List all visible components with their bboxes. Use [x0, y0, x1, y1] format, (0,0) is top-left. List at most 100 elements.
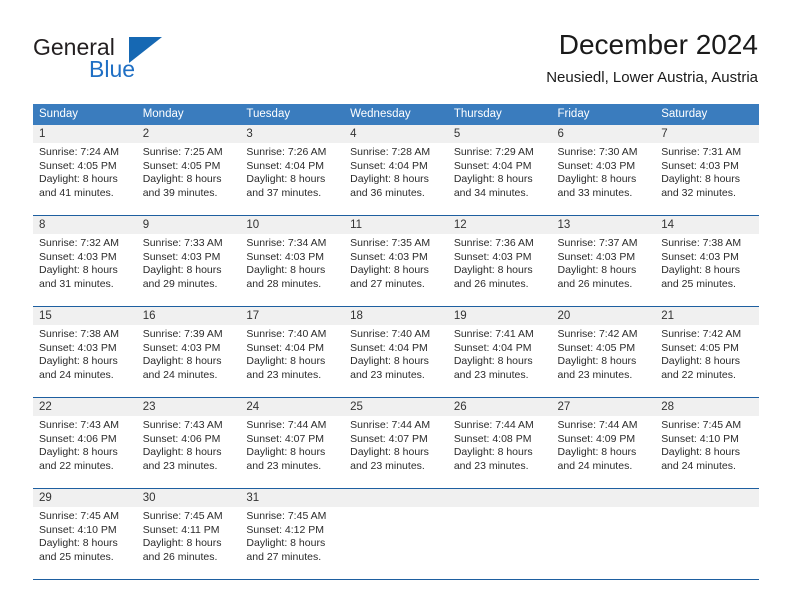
day-number[interactable]: 31 — [240, 488, 345, 507]
day-sunset-text: Sunset: 4:04 PM — [350, 341, 428, 354]
day-sunrise-text: Sunrise: 7:45 AM — [246, 510, 327, 522]
day-number[interactable]: 4 — [344, 125, 448, 143]
day-cell[interactable]: Sunrise: 7:36 AM Sunset: 4:03 PM Daylight:… — [447, 234, 552, 304]
day-cell[interactable]: Sunrise: 7:39 AM Sunset: 4:03 PM Daylight:… — [136, 325, 241, 395]
day-daylight-text: Daylight: 8 hours — [350, 173, 429, 186]
day-sunset-text: Sunset: 4:03 PM — [142, 250, 221, 263]
day-cell[interactable]: Sunrise: 7:33 AM Sunset: 4:03 PM Daylight:… — [136, 234, 241, 304]
day-number[interactable]: 23 — [136, 397, 241, 416]
day-cell[interactable]: Sunrise: 7:45 AM Sunset: 4:12 PM Daylight:… — [240, 507, 345, 577]
day-number[interactable]: 30 — [136, 488, 241, 507]
day-daylight-text: Daylight: 8 hours — [557, 173, 637, 186]
day-daylight-text: Daylight: 8 hours — [453, 173, 533, 186]
page-subtitle: Neusiedl, Lower Austria, Austria — [546, 69, 758, 86]
day-number[interactable]: 5 — [447, 125, 552, 143]
day-cell[interactable]: Sunrise: 7:34 AM Sunset: 4:03 PM Daylight:… — [240, 234, 345, 304]
day-number-empty — [655, 488, 759, 507]
day-cell[interactable]: Sunrise: 7:35 AM Sunset: 4:03 PM Daylight:… — [344, 234, 448, 304]
day-number[interactable]: 3 — [240, 125, 345, 143]
day-sunrise-text: Sunrise: 7:30 AM — [557, 146, 638, 158]
day-number[interactable]: 1 — [33, 125, 137, 143]
day-number[interactable]: 21 — [655, 306, 759, 325]
brand-logo[interactable]: General Blue — [33, 34, 233, 84]
day-number[interactable]: 19 — [447, 306, 552, 325]
day-number[interactable]: 18 — [344, 306, 448, 325]
day-number[interactable]: 13 — [551, 215, 656, 234]
day-sunset-text: Sunset: 4:09 PM — [557, 432, 636, 445]
day-daylight-text: and 25 minutes. — [661, 277, 736, 290]
day-cell[interactable]: Sunrise: 7:31 AM Sunset: 4:03 PM Daylight:… — [655, 143, 759, 213]
day-number[interactable]: 8 — [33, 215, 137, 234]
calendar-week-details-row: Sunrise: 7:24 AM Sunset: 4:05 PM Daylight:… — [33, 143, 759, 213]
day-daylight-text: and 23 minutes. — [453, 459, 529, 472]
calendar-body: 1 2 3 4 5 6 7 Sunrise: 7:24 AM Sunset: 4:05 PM Da… — [33, 125, 759, 580]
calendar-grid: Sunday Monday Tuesday Wednesday Thursday… — [33, 104, 759, 580]
day-cell[interactable]: Sunrise: 7:45 AM Sunset: 4:10 PM Daylight:… — [655, 416, 759, 486]
day-cell[interactable]: Sunrise: 7:32 AM Sunset: 4:03 PM Daylight:… — [33, 234, 137, 304]
day-number[interactable]: 9 — [136, 215, 241, 234]
day-daylight-text: Daylight: 8 hours — [142, 264, 222, 277]
day-number[interactable]: 14 — [655, 215, 759, 234]
day-number[interactable]: 20 — [551, 306, 656, 325]
day-cell[interactable]: Sunrise: 7:41 AM Sunset: 4:04 PM Daylight:… — [447, 325, 552, 395]
weekday-header-thursday: Thursday — [447, 104, 552, 125]
day-cell[interactable]: Sunrise: 7:29 AM Sunset: 4:04 PM Daylight:… — [447, 143, 552, 213]
day-number[interactable]: 24 — [240, 397, 345, 416]
day-cell[interactable]: Sunrise: 7:44 AM Sunset: 4:08 PM Daylight:… — [447, 416, 552, 486]
day-number[interactable]: 11 — [344, 215, 448, 234]
day-number[interactable]: 2 — [136, 125, 241, 143]
day-number[interactable]: 27 — [551, 397, 656, 416]
day-daylight-text: and 23 minutes. — [453, 368, 529, 381]
day-number[interactable]: 28 — [655, 397, 759, 416]
day-cell[interactable]: Sunrise: 7:44 AM Sunset: 4:07 PM Daylight:… — [240, 416, 345, 486]
day-daylight-text: and 22 minutes. — [661, 368, 736, 381]
day-number[interactable]: 26 — [447, 397, 552, 416]
day-daylight-text: Daylight: 8 hours — [246, 537, 326, 550]
day-number[interactable]: 17 — [240, 306, 345, 325]
day-sunrise-text: Sunrise: 7:34 AM — [246, 237, 327, 249]
day-number[interactable]: 12 — [447, 215, 552, 234]
day-cell[interactable]: Sunrise: 7:42 AM Sunset: 4:05 PM Daylight:… — [655, 325, 759, 395]
day-cell[interactable]: Sunrise: 7:28 AM Sunset: 4:04 PM Daylight:… — [344, 143, 448, 213]
day-cell[interactable]: Sunrise: 7:45 AM Sunset: 4:11 PM Daylight:… — [136, 507, 241, 577]
day-number[interactable]: 7 — [655, 125, 759, 143]
day-sunset-text: Sunset: 4:03 PM — [142, 341, 221, 354]
day-sunset-text: Sunset: 4:05 PM — [661, 341, 739, 354]
day-cell — [447, 507, 552, 577]
day-number[interactable]: 22 — [33, 397, 137, 416]
day-daylight-text: and 33 minutes. — [557, 186, 633, 199]
day-cell[interactable]: Sunrise: 7:26 AM Sunset: 4:04 PM Daylight:… — [240, 143, 345, 213]
day-cell[interactable]: Sunrise: 7:24 AM Sunset: 4:05 PM Daylight:… — [33, 143, 137, 213]
day-daylight-text: Daylight: 8 hours — [661, 173, 741, 186]
day-number[interactable]: 16 — [136, 306, 241, 325]
day-cell[interactable]: Sunrise: 7:30 AM Sunset: 4:03 PM Daylight:… — [551, 143, 656, 213]
day-sunset-text: Sunset: 4:03 PM — [350, 250, 428, 263]
day-cell[interactable]: Sunrise: 7:38 AM Sunset: 4:03 PM Daylight:… — [655, 234, 759, 304]
day-number[interactable]: 29 — [33, 488, 137, 507]
day-cell[interactable]: Sunrise: 7:43 AM Sunset: 4:06 PM Daylight:… — [136, 416, 241, 486]
day-number[interactable]: 15 — [33, 306, 137, 325]
day-daylight-text: and 27 minutes. — [246, 550, 322, 563]
day-daylight-text: and 24 minutes. — [661, 459, 736, 472]
day-cell — [344, 507, 448, 577]
day-cell[interactable]: Sunrise: 7:45 AM Sunset: 4:10 PM Daylight:… — [33, 507, 137, 577]
day-cell[interactable]: Sunrise: 7:37 AM Sunset: 4:03 PM Daylight:… — [551, 234, 656, 304]
day-cell[interactable]: Sunrise: 7:40 AM Sunset: 4:04 PM Daylight:… — [344, 325, 448, 395]
day-cell[interactable]: Sunrise: 7:25 AM Sunset: 4:05 PM Daylight:… — [136, 143, 241, 213]
day-cell[interactable]: Sunrise: 7:44 AM Sunset: 4:07 PM Daylight:… — [344, 416, 448, 486]
day-daylight-text: and 23 minutes. — [350, 459, 425, 472]
day-daylight-text: Daylight: 8 hours — [39, 264, 118, 277]
day-cell[interactable]: Sunrise: 7:42 AM Sunset: 4:05 PM Daylight:… — [551, 325, 656, 395]
day-daylight-text: and 41 minutes. — [39, 186, 114, 199]
calendar-week-numbers-row: 1234567 — [33, 125, 759, 143]
day-cell[interactable]: Sunrise: 7:40 AM Sunset: 4:04 PM Daylight:… — [240, 325, 345, 395]
day-number[interactable]: 6 — [551, 125, 656, 143]
day-cell[interactable]: Sunrise: 7:38 AM Sunset: 4:03 PM Daylight:… — [33, 325, 137, 395]
day-daylight-text: and 34 minutes. — [453, 186, 529, 199]
day-number[interactable]: 10 — [240, 215, 345, 234]
day-sunrise-text: Sunrise: 7:40 AM — [350, 328, 431, 340]
day-cell[interactable]: Sunrise: 7:44 AM Sunset: 4:09 PM Daylight:… — [551, 416, 656, 486]
day-daylight-text: and 23 minutes. — [246, 459, 322, 472]
day-cell[interactable]: Sunrise: 7:43 AM Sunset: 4:06 PM Daylight:… — [33, 416, 137, 486]
day-number[interactable]: 25 — [344, 397, 448, 416]
